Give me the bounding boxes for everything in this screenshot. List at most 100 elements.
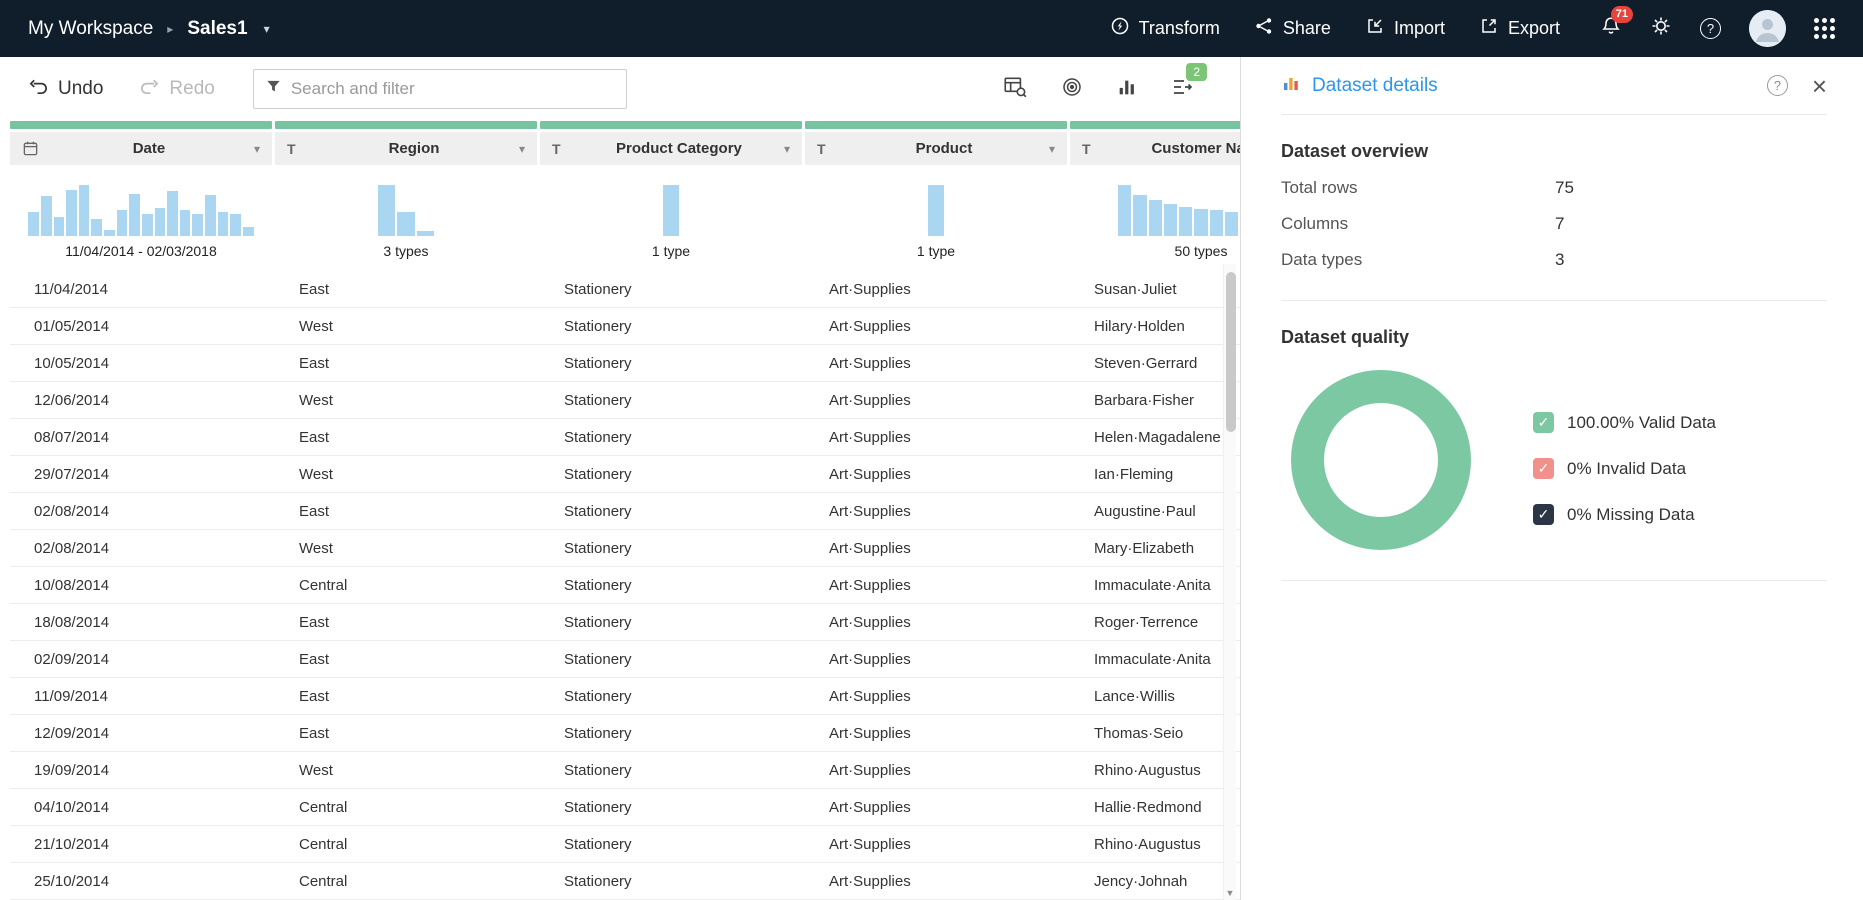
column-header[interactable]: TProduct Category▾: [540, 132, 802, 165]
search-input[interactable]: [291, 79, 615, 99]
table-row[interactable]: 02/08/2014EastStationeryArt·SuppliesAugu…: [10, 493, 1240, 530]
table-cell[interactable]: Susan·Juliet: [1070, 281, 1240, 298]
valid-checkbox-icon[interactable]: ✓: [1533, 412, 1554, 433]
table-row[interactable]: 19/09/2014WestStationeryArt·SuppliesRhin…: [10, 752, 1240, 789]
table-cell[interactable]: East: [275, 281, 537, 298]
table-cell[interactable]: Central: [275, 873, 537, 890]
table-cell[interactable]: Rhino·Augustus: [1070, 762, 1240, 779]
column-header[interactable]: TProduct▾: [805, 132, 1067, 165]
panel-help-icon[interactable]: ?: [1767, 75, 1788, 96]
table-cell[interactable]: Stationery: [540, 540, 802, 557]
table-cell[interactable]: Immaculate·Anita: [1070, 651, 1240, 668]
table-row[interactable]: 02/08/2014WestStationeryArt·SuppliesMary…: [10, 530, 1240, 567]
applied-steps-button[interactable]: 2: [1170, 75, 1194, 104]
table-cell[interactable]: Art·Supplies: [805, 799, 1067, 816]
column-menu-caret-icon[interactable]: ▾: [519, 142, 525, 156]
table-cell[interactable]: Lance·Willis: [1070, 688, 1240, 705]
column-histogram[interactable]: 1 type: [540, 172, 802, 271]
table-cell[interactable]: 11/04/2014: [10, 281, 272, 298]
table-cell[interactable]: Stationery: [540, 836, 802, 853]
share-button[interactable]: Share: [1254, 16, 1331, 41]
table-cell[interactable]: Stationery: [540, 503, 802, 520]
table-cell[interactable]: Art·Supplies: [805, 281, 1067, 298]
apps-menu-button[interactable]: [1814, 18, 1835, 39]
scrollbar-down-arrow[interactable]: ▼: [1224, 888, 1236, 898]
dataset-view-button[interactable]: [1002, 74, 1028, 105]
column-histogram[interactable]: 11/04/2014 - 02/03/2018: [10, 172, 272, 271]
column-header[interactable]: Date▾: [10, 132, 272, 165]
table-row[interactable]: 02/09/2014EastStationeryArt·SuppliesImma…: [10, 641, 1240, 678]
table-cell[interactable]: Art·Supplies: [805, 318, 1067, 335]
table-cell[interactable]: Art·Supplies: [805, 688, 1067, 705]
table-cell[interactable]: Central: [275, 577, 537, 594]
column-menu-caret-icon[interactable]: ▾: [254, 142, 260, 156]
table-cell[interactable]: 02/08/2014: [10, 540, 272, 557]
table-row[interactable]: 25/10/2014CentralStationeryArt·SuppliesJ…: [10, 863, 1240, 900]
table-cell[interactable]: West: [275, 762, 537, 779]
table-cell[interactable]: Roger·Terrence: [1070, 614, 1240, 631]
table-cell[interactable]: Immaculate·Anita: [1070, 577, 1240, 594]
vertical-scrollbar[interactable]: ▼: [1223, 264, 1236, 900]
column-header[interactable]: TRegion▾: [275, 132, 537, 165]
table-cell[interactable]: Stationery: [540, 429, 802, 446]
table-row[interactable]: 08/07/2014EastStationeryArt·SuppliesHele…: [10, 419, 1240, 456]
table-cell[interactable]: Ian·Fleming: [1070, 466, 1240, 483]
table-row[interactable]: 18/08/2014EastStationeryArt·SuppliesRoge…: [10, 604, 1240, 641]
table-cell[interactable]: Art·Supplies: [805, 651, 1067, 668]
table-cell[interactable]: Helen·Magadalene: [1070, 429, 1240, 446]
table-cell[interactable]: Rhino·Augustus: [1070, 836, 1240, 853]
table-cell[interactable]: West: [275, 318, 537, 335]
table-cell[interactable]: Art·Supplies: [805, 466, 1067, 483]
scrollbar-thumb[interactable]: [1226, 272, 1236, 432]
table-cell[interactable]: 11/09/2014: [10, 688, 272, 705]
table-cell[interactable]: Art·Supplies: [805, 762, 1067, 779]
table-cell[interactable]: 12/09/2014: [10, 725, 272, 742]
table-cell[interactable]: 01/05/2014: [10, 318, 272, 335]
table-row[interactable]: 04/10/2014CentralStationeryArt·SuppliesH…: [10, 789, 1240, 826]
table-cell[interactable]: Stationery: [540, 688, 802, 705]
import-button[interactable]: Import: [1365, 16, 1445, 41]
help-button[interactable]: ?: [1700, 18, 1721, 39]
settings-button[interactable]: [1650, 15, 1672, 42]
table-cell[interactable]: Art·Supplies: [805, 614, 1067, 631]
table-cell[interactable]: Stationery: [540, 873, 802, 890]
table-row[interactable]: 01/05/2014WestStationeryArt·SuppliesHila…: [10, 308, 1240, 345]
table-row[interactable]: 11/09/2014EastStationeryArt·SuppliesLanc…: [10, 678, 1240, 715]
table-cell[interactable]: Stationery: [540, 281, 802, 298]
table-cell[interactable]: 12/06/2014: [10, 392, 272, 409]
table-cell[interactable]: East: [275, 355, 537, 372]
table-cell[interactable]: Art·Supplies: [805, 540, 1067, 557]
export-button[interactable]: Export: [1479, 16, 1560, 41]
table-cell[interactable]: Stationery: [540, 466, 802, 483]
table-cell[interactable]: East: [275, 503, 537, 520]
search-filter-box[interactable]: [253, 69, 627, 109]
table-row[interactable]: 10/08/2014CentralStationeryArt·SuppliesI…: [10, 567, 1240, 604]
table-cell[interactable]: Art·Supplies: [805, 355, 1067, 372]
table-cell[interactable]: East: [275, 429, 537, 446]
column-stats-button[interactable]: [1116, 76, 1138, 103]
table-cell[interactable]: 21/10/2014: [10, 836, 272, 853]
table-row[interactable]: 12/06/2014WestStationeryArt·SuppliesBarb…: [10, 382, 1240, 419]
table-cell[interactable]: 08/07/2014: [10, 429, 272, 446]
table-cell[interactable]: 04/10/2014: [10, 799, 272, 816]
table-cell[interactable]: 10/08/2014: [10, 577, 272, 594]
table-cell[interactable]: Art·Supplies: [805, 725, 1067, 742]
table-cell[interactable]: Stationery: [540, 355, 802, 372]
data-quality-button[interactable]: [1060, 75, 1084, 104]
table-cell[interactable]: West: [275, 392, 537, 409]
table-cell[interactable]: 25/10/2014: [10, 873, 272, 890]
table-cell[interactable]: Art·Supplies: [805, 836, 1067, 853]
table-cell[interactable]: 02/08/2014: [10, 503, 272, 520]
table-cell[interactable]: Art·Supplies: [805, 503, 1067, 520]
table-row[interactable]: 10/05/2014EastStationeryArt·SuppliesStev…: [10, 345, 1240, 382]
table-cell[interactable]: Stationery: [540, 614, 802, 631]
column-menu-caret-icon[interactable]: ▾: [784, 142, 790, 156]
column-header[interactable]: TCustomer Name▾: [1070, 132, 1240, 165]
table-cell[interactable]: West: [275, 466, 537, 483]
table-cell[interactable]: Central: [275, 799, 537, 816]
table-cell[interactable]: Stationery: [540, 799, 802, 816]
redo-button[interactable]: Redo: [139, 76, 214, 103]
table-cell[interactable]: East: [275, 725, 537, 742]
column-histogram[interactable]: 3 types: [275, 172, 537, 271]
table-row[interactable]: 29/07/2014WestStationeryArt·SuppliesIan·…: [10, 456, 1240, 493]
